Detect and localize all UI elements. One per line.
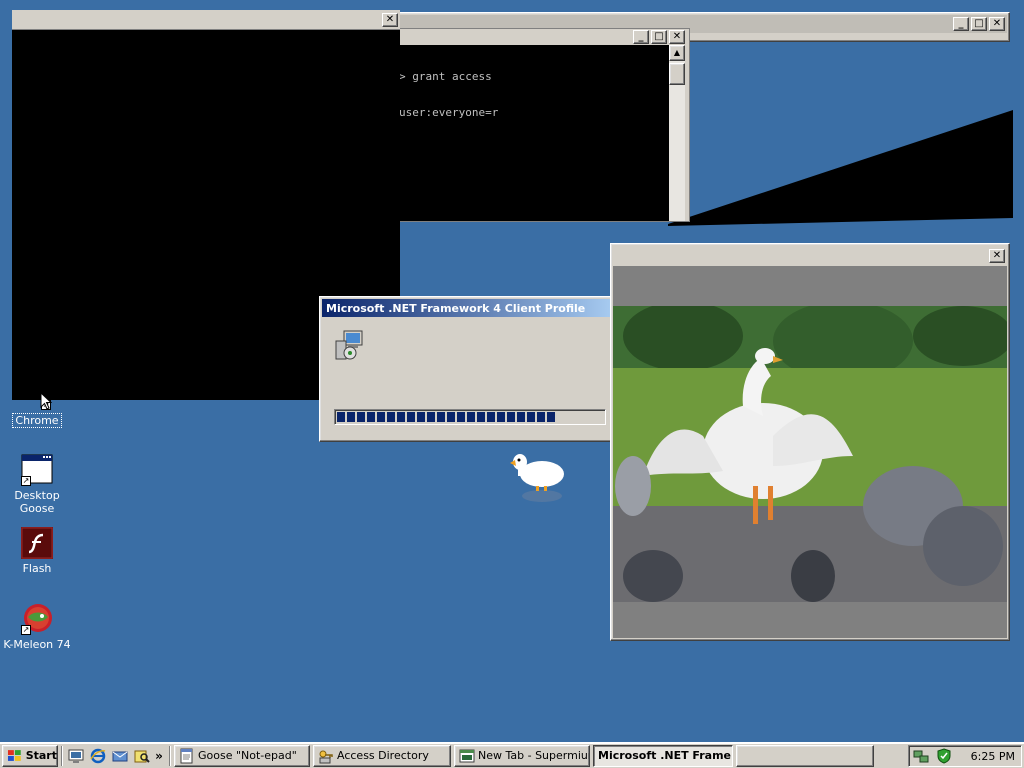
outlook-icon[interactable] xyxy=(110,746,130,766)
progress-block xyxy=(457,412,465,422)
close-icon[interactable]: ✕ xyxy=(989,249,1005,263)
dotnet-installer-dialog[interactable]: Microsoft .NET Framework 4 Client Profil… xyxy=(319,296,613,442)
progress-block xyxy=(417,412,425,422)
progress-block xyxy=(467,412,475,422)
ie-icon[interactable] xyxy=(88,746,108,766)
progress-block xyxy=(367,412,375,422)
task-label: Access Directory xyxy=(337,749,429,762)
black-window-titlebar[interactable]: ✕ xyxy=(12,10,400,30)
desktop-icon-flash[interactable]: Flash xyxy=(2,527,72,575)
goose-video-frame xyxy=(613,306,1007,602)
close-icon[interactable]: ✕ xyxy=(989,17,1005,31)
progress-block xyxy=(427,412,435,422)
desktop-icon-k-meleon[interactable]: ↗ K-Meleon 74 xyxy=(2,603,72,651)
video-player-window[interactable]: ✕ xyxy=(610,243,1010,641)
video-window-titlebar[interactable]: ✕ xyxy=(613,246,1007,266)
access-icon xyxy=(319,750,333,763)
k-meleon-icon: ↗ xyxy=(21,603,53,635)
taskbar-separator xyxy=(169,745,171,766)
progress-block xyxy=(337,412,345,422)
task-dotnet-framework[interactable]: Microsoft .NET Frame... xyxy=(593,744,733,767)
quick-launch-overflow[interactable]: » xyxy=(154,746,164,766)
progress-block xyxy=(407,412,415,422)
maximize-icon[interactable]: □ xyxy=(971,17,987,31)
windows-logo-icon xyxy=(7,749,21,761)
progress-fill xyxy=(337,412,603,422)
progress-block xyxy=(377,412,385,422)
taskbar: Start » Goose "Not-epad" Access Director… xyxy=(0,742,1024,768)
network-icon[interactable] xyxy=(913,748,929,764)
progress-block xyxy=(497,412,505,422)
task-label: Goose "Not-epad" xyxy=(198,749,297,762)
task-label: Microsoft .NET Frame... xyxy=(598,749,733,762)
progress-block xyxy=(547,412,555,422)
task-access-directory[interactable]: Access Directory xyxy=(313,744,451,767)
mouse-cursor-icon xyxy=(40,392,52,410)
glitch-wedge xyxy=(668,110,1013,226)
progress-block xyxy=(527,412,535,422)
command-prompt-window[interactable]: _ □ ✕ > grant access user:everyone=r ▲ xyxy=(396,28,690,222)
flash-icon xyxy=(21,527,53,559)
task-label: New Tab - Supermium xyxy=(478,749,590,762)
installer-icon xyxy=(334,329,366,364)
task-goose-notepad[interactable]: Goose "Not-epad" xyxy=(174,744,310,767)
security-shield-icon[interactable] xyxy=(936,748,952,764)
goose-app-icon: ↗ xyxy=(21,454,53,486)
explorer-icon[interactable] xyxy=(132,746,152,766)
close-icon[interactable]: ✕ xyxy=(669,30,685,44)
shortcut-arrow-icon: ↗ xyxy=(21,625,31,635)
show-desktop-icon[interactable] xyxy=(66,746,86,766)
progress-block xyxy=(397,412,405,422)
progress-block xyxy=(357,412,365,422)
console-output[interactable]: > grant access user:everyone=r xyxy=(399,45,669,221)
close-icon[interactable]: ✕ xyxy=(382,13,398,27)
console-line: user:everyone=r xyxy=(399,106,499,119)
taskbar-separator xyxy=(61,745,63,766)
progress-block xyxy=(437,412,445,422)
scroll-thumb[interactable] xyxy=(669,63,685,85)
progress-block xyxy=(487,412,495,422)
dialog-title: Microsoft .NET Framework 4 Client Profil… xyxy=(326,301,586,315)
dialog-titlebar[interactable]: Microsoft .NET Framework 4 Client Profil… xyxy=(322,299,610,317)
video-area[interactable] xyxy=(613,266,1007,638)
progress-block xyxy=(387,412,395,422)
install-progress-bar xyxy=(334,409,606,425)
system-tray: 6:25 PM xyxy=(908,745,1022,767)
progress-block xyxy=(347,412,355,422)
start-label: Start xyxy=(25,749,57,762)
clock[interactable]: 6:25 PM xyxy=(971,750,1015,763)
desktop-icon-chrome[interactable]: ↗ Chrome xyxy=(2,396,72,428)
task-empty-slot[interactable] xyxy=(736,744,874,767)
progress-block xyxy=(477,412,485,422)
maximize-icon[interactable]: □ xyxy=(651,30,667,44)
progress-block xyxy=(517,412,525,422)
minimize-icon[interactable]: _ xyxy=(633,30,649,44)
console-scrollbar[interactable]: ▲ xyxy=(669,45,685,221)
desktop: ↗ Chrome ↗ Desktop Goose Flash xyxy=(0,0,1024,742)
console-line: > grant access xyxy=(399,70,492,83)
desktop-goose-sprite xyxy=(510,454,564,502)
progress-block xyxy=(537,412,545,422)
task-new-tab-supermium[interactable]: New Tab - Supermium xyxy=(454,744,590,767)
shortcut-arrow-icon: ↗ xyxy=(21,476,31,486)
desktop-icon-desktop-goose[interactable]: ↗ Desktop Goose xyxy=(2,454,72,515)
notepad-icon xyxy=(180,748,193,763)
progress-block xyxy=(447,412,455,422)
progress-block xyxy=(507,412,515,422)
scroll-up-icon[interactable]: ▲ xyxy=(669,45,685,61)
minimize-icon[interactable]: _ xyxy=(953,17,969,31)
browser-icon xyxy=(459,749,475,762)
start-button[interactable]: Start xyxy=(2,744,58,767)
